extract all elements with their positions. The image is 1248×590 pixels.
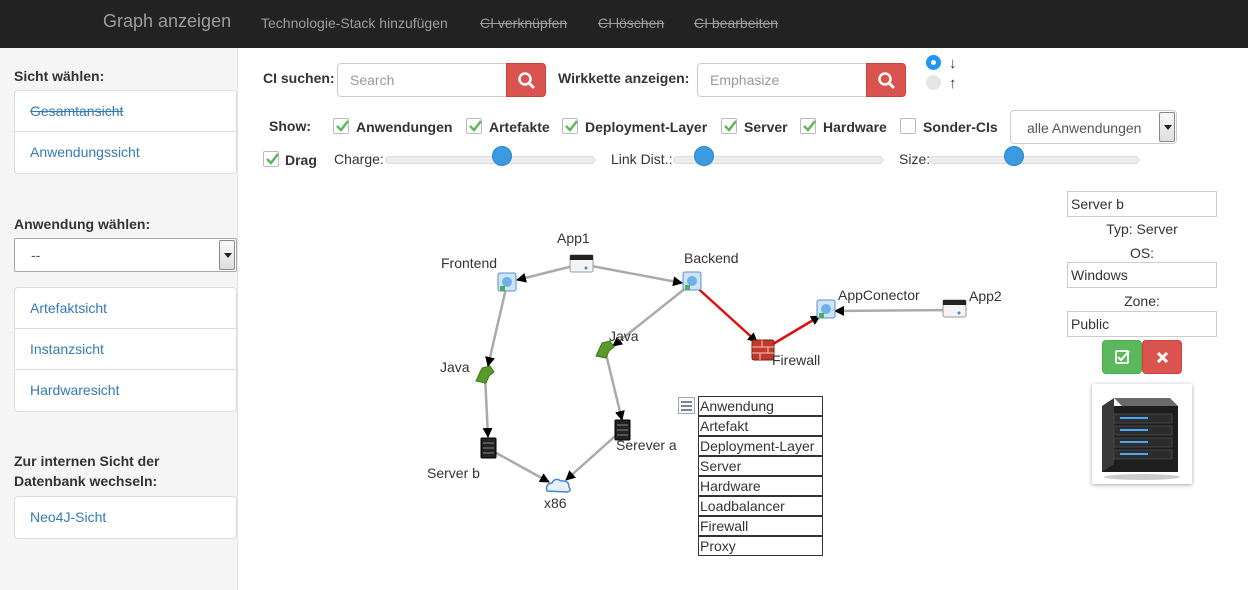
edge-frontend-java[interactable] bbox=[485, 283, 509, 367]
cloud-hardware-icon[interactable] bbox=[545, 478, 571, 493]
edge-app2-appconector[interactable] bbox=[834, 305, 955, 316]
firewall-brick-icon[interactable] bbox=[751, 339, 775, 361]
server-tower-icon[interactable] bbox=[480, 437, 497, 459]
node-label-appconector: AppConector bbox=[838, 287, 920, 303]
node-label-serverb: Server b bbox=[427, 465, 480, 481]
cancel-button[interactable] bbox=[1142, 340, 1182, 374]
zone-field bbox=[1067, 311, 1217, 337]
artifact-package-icon[interactable] bbox=[816, 299, 836, 319]
edit-check-icon bbox=[1115, 350, 1130, 364]
os-input[interactable] bbox=[1068, 263, 1216, 287]
legend-item[interactable]: Deployment-Layer bbox=[698, 436, 823, 456]
save-button[interactable] bbox=[1102, 340, 1142, 374]
app-window-icon[interactable] bbox=[569, 254, 594, 273]
edge-java-serevera[interactable] bbox=[603, 349, 625, 421]
server-image bbox=[1092, 384, 1192, 484]
node-label-app1: App1 bbox=[557, 230, 590, 246]
node-label-firewall: Firewall bbox=[772, 352, 821, 368]
edge-app1-backend[interactable] bbox=[580, 262, 683, 287]
zone-label: Zone: bbox=[1124, 293, 1160, 309]
java-dinosaur-icon[interactable] bbox=[475, 365, 495, 384]
legend-item[interactable]: Firewall bbox=[698, 516, 823, 536]
zone-input[interactable] bbox=[1068, 312, 1216, 336]
edge-java-serverb[interactable] bbox=[482, 374, 493, 438]
node-label-x86: x86 bbox=[544, 495, 567, 511]
node-label-serevera: Serever a bbox=[616, 437, 677, 453]
node-label-java: Java bbox=[609, 328, 639, 344]
app-window-icon[interactable] bbox=[942, 299, 967, 318]
menu-icon[interactable] bbox=[678, 397, 695, 414]
os-label: OS: bbox=[1129, 245, 1155, 261]
ci-type-text: Typ: Server bbox=[1106, 221, 1178, 237]
ci-name-field bbox=[1067, 191, 1217, 217]
os-field bbox=[1067, 262, 1217, 288]
artifact-package-icon[interactable] bbox=[682, 271, 702, 291]
edge-serverb-x86[interactable] bbox=[488, 447, 550, 484]
edge-serevera-x86[interactable] bbox=[565, 429, 623, 481]
legend-item[interactable]: Proxy bbox=[698, 536, 823, 556]
server-rack-icon bbox=[1102, 398, 1180, 480]
node-label-frontend: Frontend bbox=[441, 255, 498, 271]
legend-item[interactable]: Anwendung bbox=[698, 396, 823, 416]
legend-item[interactable]: Hardware bbox=[698, 476, 823, 496]
ci-graph-canvas[interactable] bbox=[0, 0, 1248, 590]
artifact-package-icon[interactable] bbox=[497, 272, 517, 292]
legend-item[interactable]: Loadbalancer bbox=[698, 496, 823, 516]
legend-item[interactable]: Artefakt bbox=[698, 416, 823, 436]
edge-backend-firewall[interactable] bbox=[691, 282, 758, 343]
node-label-app2: App2 bbox=[969, 288, 1002, 304]
node-label-java: Java bbox=[440, 359, 470, 375]
node-label-backend: Backend bbox=[684, 250, 739, 266]
ci-name-input[interactable] bbox=[1068, 192, 1216, 216]
legend-item[interactable]: Server bbox=[698, 456, 823, 476]
close-icon bbox=[1156, 351, 1169, 364]
